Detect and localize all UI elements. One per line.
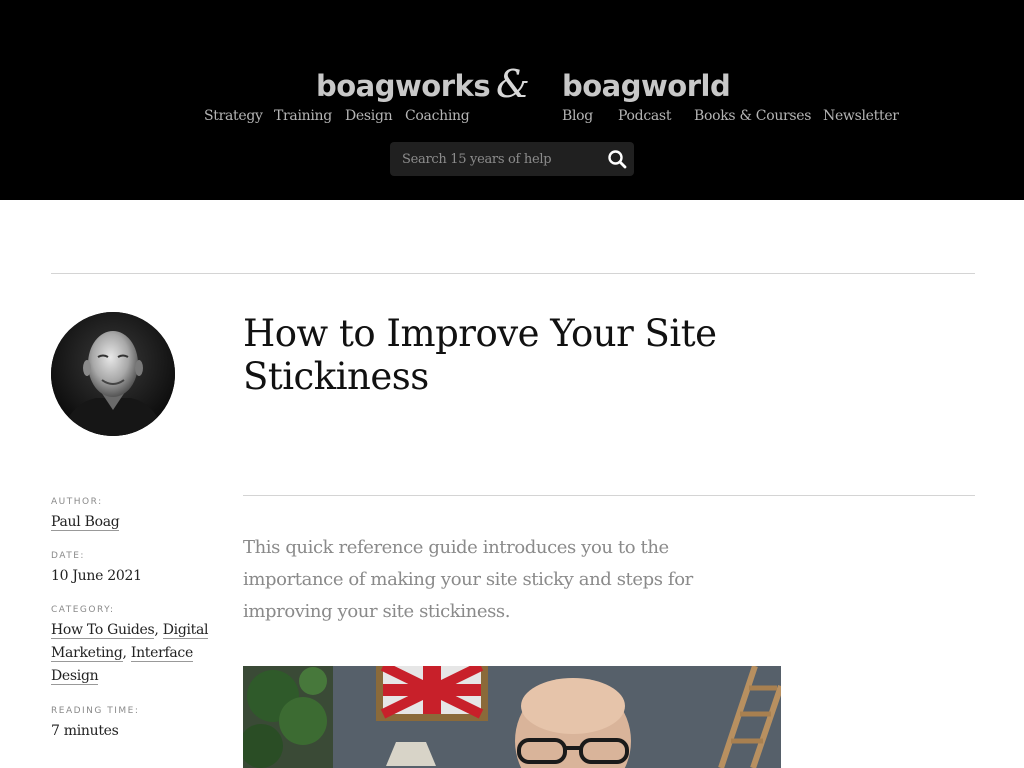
divider [51,273,975,274]
publish-date: 10 June 2021 [51,568,142,584]
nav-design[interactable]: Design [345,106,393,126]
nav-training[interactable]: Training [274,106,332,126]
meta-reading-label: Reading time: [51,706,140,716]
article-title: How to Improve Your Site Stickiness [243,312,717,398]
meta-date: Date: 10 June 2021 [51,550,221,588]
nav-coaching[interactable]: Coaching [405,106,470,126]
nav-strategy[interactable]: Strategy [204,106,263,126]
article-intro: This quick reference guide introduces yo… [243,537,693,622]
site-header: boagworks & boagworld Strategy Training … [0,0,1024,200]
search-icon[interactable] [606,148,628,170]
author-link[interactable]: Paul Boag [51,514,120,531]
search-box [390,142,634,176]
boagworld-logo[interactable]: boagworld [562,68,731,104]
category-link-how-to-guides[interactable]: How To Guides [51,622,155,639]
meta-category-label: Category: [51,605,115,615]
nav-podcast[interactable]: Podcast [618,106,671,126]
meta-date-label: Date: [51,551,85,561]
boagworks-logo[interactable]: boagworks [316,68,491,104]
meta-reading-time: Reading time: 7 minutes [51,705,221,743]
author-avatar [51,312,175,436]
video-player[interactable] [243,666,781,768]
nav-books-courses[interactable]: Books & Courses [694,106,811,126]
reading-time: 7 minutes [51,723,119,739]
nav-blog[interactable]: Blog [562,106,593,126]
meta-author: Author: Paul Boag [51,496,221,534]
ampersand-logo: & [496,62,530,106]
meta-category: Category: How To Guides, Digital Marketi… [51,604,221,688]
divider [243,495,975,496]
search-input[interactable] [390,142,595,176]
nav-newsletter[interactable]: Newsletter [823,106,899,126]
meta-author-label: Author: [51,497,103,507]
